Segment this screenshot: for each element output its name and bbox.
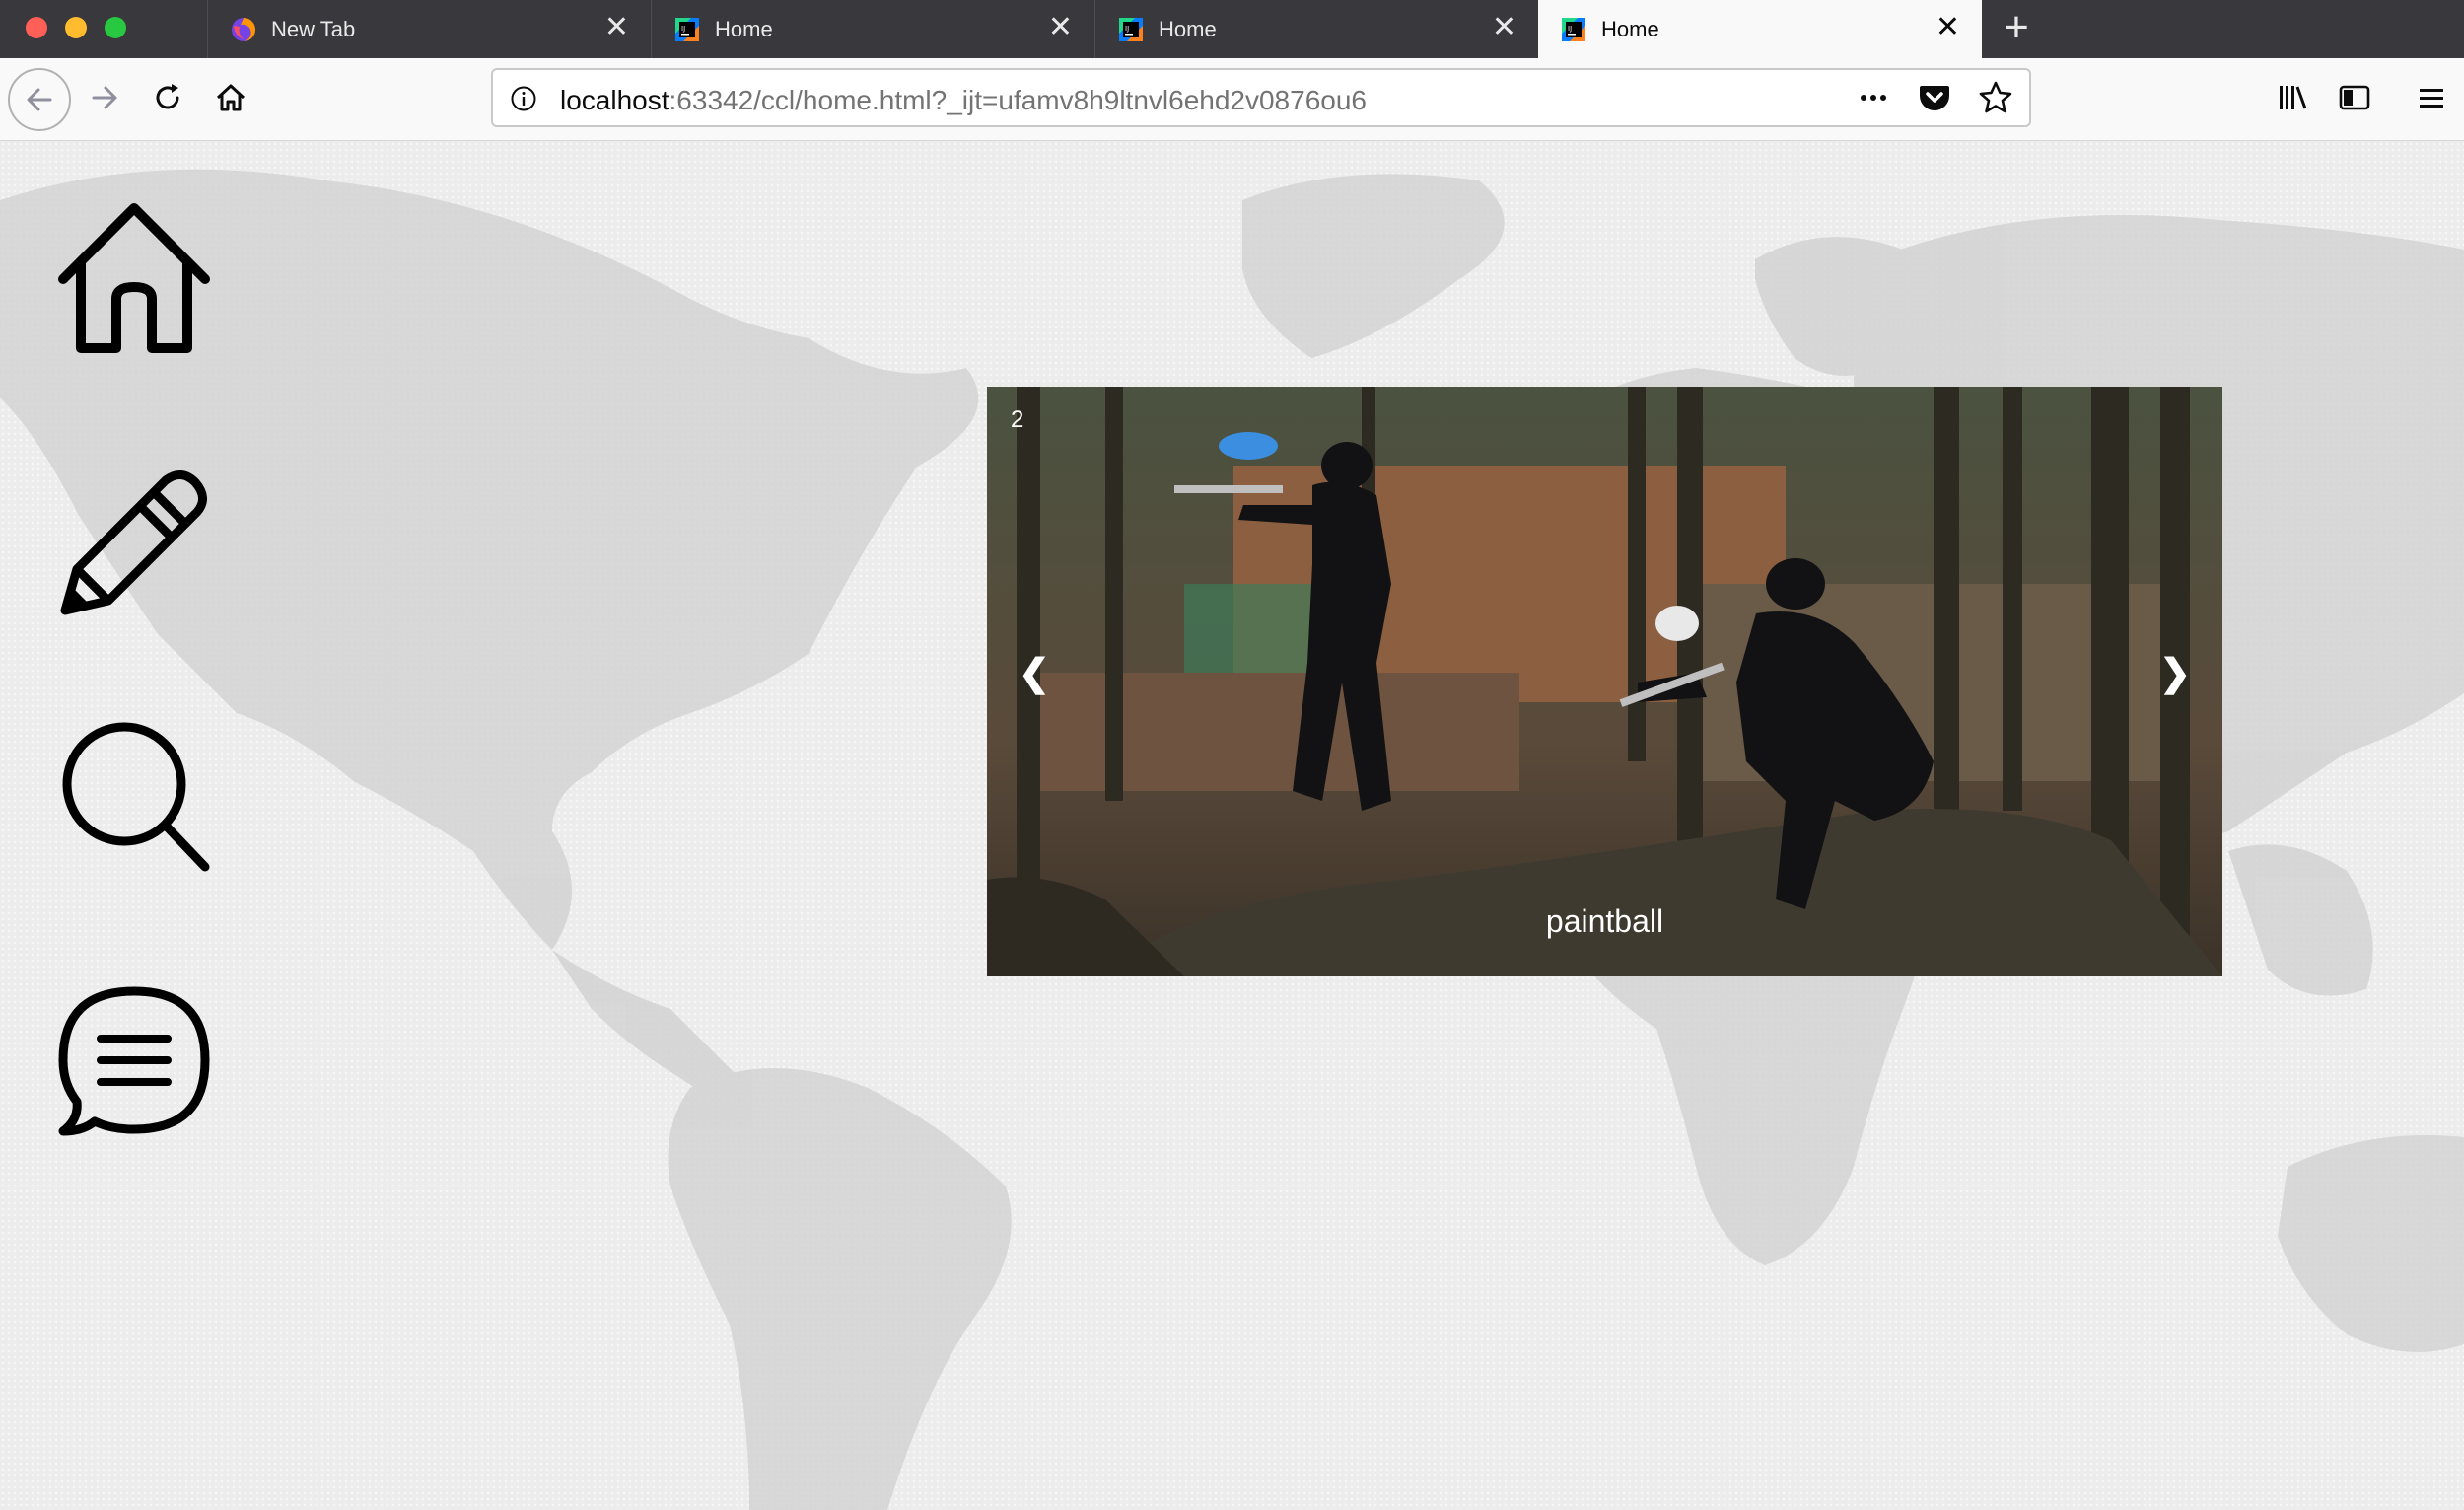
svg-text:IJ: IJ — [681, 25, 685, 33]
menu-icon — [2420, 89, 2443, 108]
tab-home-1[interactable]: IJ Home ✕ — [651, 0, 1094, 58]
forward-icon — [92, 86, 117, 109]
bookmark-star-icon[interactable] — [1978, 80, 2013, 115]
image-carousel: 2 ❮ ❯ paintball — [987, 387, 2222, 976]
home-button[interactable] — [203, 70, 258, 125]
webstorm-icon: IJ — [675, 18, 699, 41]
paintball-photo — [987, 387, 2222, 976]
reload-button[interactable] — [140, 70, 195, 125]
pencil-icon[interactable] — [55, 463, 213, 620]
svg-text:IJ: IJ — [1568, 25, 1572, 33]
webstorm-icon: IJ — [1562, 18, 1585, 41]
svg-text:IJ: IJ — [1125, 25, 1129, 33]
home-icon[interactable] — [55, 200, 213, 358]
close-tab-icon[interactable]: ✕ — [1048, 13, 1073, 42]
tab-home-active[interactable]: IJ Home ✕ — [1538, 0, 1982, 58]
sidebar-icon — [2339, 85, 2370, 110]
tab-label: Home — [715, 17, 773, 41]
minimize-window-button[interactable] — [65, 17, 87, 38]
close-window-button[interactable] — [26, 17, 47, 38]
url-bar[interactable]: localhost:63342/ccl/home.html?_ijt=ufamv… — [491, 68, 2031, 127]
tab-new-tab[interactable]: New Tab ✕ — [207, 0, 651, 58]
info-icon[interactable] — [509, 84, 538, 113]
menu-button[interactable] — [2404, 70, 2459, 125]
slide-number: 2 — [1011, 406, 1024, 433]
back-icon — [27, 88, 52, 111]
close-tab-icon[interactable]: ✕ — [604, 13, 629, 42]
library-button[interactable] — [2265, 70, 2320, 125]
pocket-icon[interactable] — [1917, 80, 1952, 115]
window-controls — [0, 0, 207, 58]
close-tab-icon[interactable]: ✕ — [1492, 13, 1516, 42]
url-path: :63342/ccl/home.html?_ijt=ufamv8h9ltnvl6… — [669, 85, 1367, 115]
tab-strip: New Tab ✕ IJ Home ✕ IJ Home ✕ IJ Home ✕ … — [0, 0, 2464, 58]
page-actions-icon[interactable] — [1856, 80, 1891, 115]
chat-icon[interactable] — [55, 983, 213, 1141]
url-host: localhost — [560, 85, 669, 115]
search-icon[interactable] — [55, 719, 213, 877]
tab-home-2[interactable]: IJ Home ✕ — [1094, 0, 1538, 58]
navigation-toolbar: localhost:63342/ccl/home.html?_ijt=ufamv… — [0, 58, 2464, 141]
webstorm-icon: IJ — [1119, 18, 1143, 41]
tab-label: Home — [1159, 17, 1217, 41]
home-icon — [216, 84, 246, 111]
close-tab-icon[interactable]: ✕ — [1936, 13, 1960, 42]
forward-button[interactable] — [77, 70, 132, 125]
zoom-window-button[interactable] — [105, 17, 126, 38]
tab-label: New Tab — [271, 17, 356, 41]
carousel-next-button[interactable]: ❯ — [2159, 651, 2191, 695]
back-button[interactable] — [8, 68, 71, 131]
reload-icon — [156, 84, 179, 109]
url-text[interactable]: localhost:63342/ccl/home.html?_ijt=ufamv… — [560, 85, 1367, 116]
carousel-prev-button[interactable]: ❮ — [1019, 651, 1050, 695]
page-content: 2 ❮ ❯ paintball — [0, 141, 2464, 1510]
sidebar-button[interactable] — [2327, 70, 2382, 125]
firefox-icon — [232, 18, 255, 41]
library-icon — [2280, 86, 2307, 109]
tab-label: Home — [1601, 17, 1659, 41]
new-tab-button[interactable]: + — [1982, 0, 2051, 58]
slide-caption: paintball — [1545, 903, 1664, 939]
url-actions — [1856, 80, 2013, 115]
